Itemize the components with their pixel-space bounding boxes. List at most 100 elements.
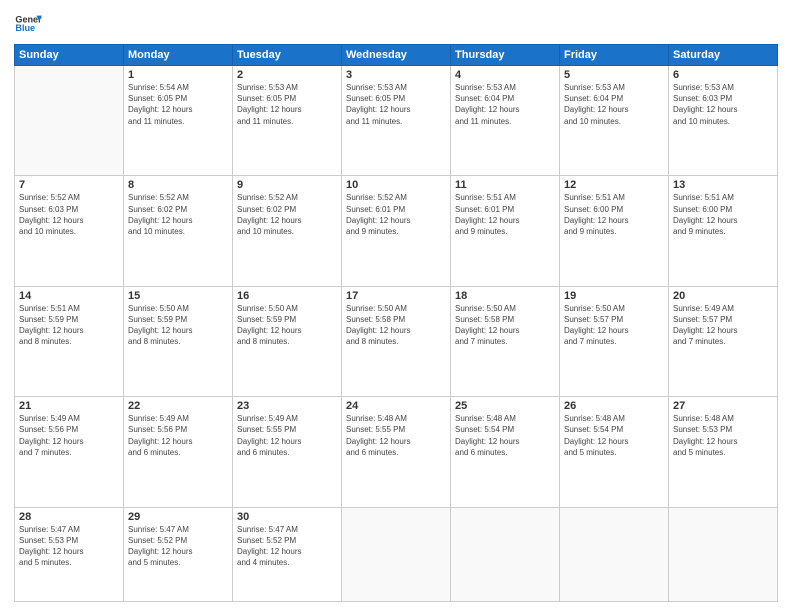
day-number: 30 xyxy=(237,511,337,523)
day-info: Sunrise: 5:49 AM Sunset: 5:57 PM Dayligh… xyxy=(673,303,773,348)
column-header-thursday: Thursday xyxy=(451,45,560,66)
calendar-cell: 22Sunrise: 5:49 AM Sunset: 5:56 PM Dayli… xyxy=(124,397,233,507)
day-info: Sunrise: 5:51 AM Sunset: 6:00 PM Dayligh… xyxy=(673,192,773,237)
calendar-table: SundayMondayTuesdayWednesdayThursdayFrid… xyxy=(14,44,778,602)
calendar-week-5: 28Sunrise: 5:47 AM Sunset: 5:53 PM Dayli… xyxy=(15,507,778,601)
calendar-cell: 30Sunrise: 5:47 AM Sunset: 5:52 PM Dayli… xyxy=(233,507,342,601)
day-info: Sunrise: 5:50 AM Sunset: 5:58 PM Dayligh… xyxy=(346,303,446,348)
day-info: Sunrise: 5:52 AM Sunset: 6:03 PM Dayligh… xyxy=(19,192,119,237)
day-number: 21 xyxy=(19,400,119,412)
calendar-cell: 23Sunrise: 5:49 AM Sunset: 5:55 PM Dayli… xyxy=(233,397,342,507)
page: General Blue SundayMondayTuesdayWednesda… xyxy=(0,0,792,612)
calendar-cell xyxy=(342,507,451,601)
day-number: 16 xyxy=(237,290,337,302)
column-header-friday: Friday xyxy=(560,45,669,66)
calendar-cell xyxy=(560,507,669,601)
day-info: Sunrise: 5:50 AM Sunset: 5:57 PM Dayligh… xyxy=(564,303,664,348)
day-number: 18 xyxy=(455,290,555,302)
day-info: Sunrise: 5:48 AM Sunset: 5:54 PM Dayligh… xyxy=(455,413,555,458)
day-number: 14 xyxy=(19,290,119,302)
day-number: 12 xyxy=(564,179,664,191)
day-number: 8 xyxy=(128,179,228,191)
calendar-cell xyxy=(669,507,778,601)
column-header-wednesday: Wednesday xyxy=(342,45,451,66)
day-number: 28 xyxy=(19,511,119,523)
day-info: Sunrise: 5:48 AM Sunset: 5:55 PM Dayligh… xyxy=(346,413,446,458)
calendar-cell: 3Sunrise: 5:53 AM Sunset: 6:05 PM Daylig… xyxy=(342,66,451,176)
day-info: Sunrise: 5:47 AM Sunset: 5:53 PM Dayligh… xyxy=(19,524,119,569)
day-number: 7 xyxy=(19,179,119,191)
day-number: 17 xyxy=(346,290,446,302)
day-info: Sunrise: 5:53 AM Sunset: 6:04 PM Dayligh… xyxy=(564,82,664,127)
calendar-week-2: 7Sunrise: 5:52 AM Sunset: 6:03 PM Daylig… xyxy=(15,176,778,286)
calendar-cell: 10Sunrise: 5:52 AM Sunset: 6:01 PM Dayli… xyxy=(342,176,451,286)
day-info: Sunrise: 5:47 AM Sunset: 5:52 PM Dayligh… xyxy=(128,524,228,569)
day-info: Sunrise: 5:49 AM Sunset: 5:56 PM Dayligh… xyxy=(19,413,119,458)
calendar-week-1: 1Sunrise: 5:54 AM Sunset: 6:05 PM Daylig… xyxy=(15,66,778,176)
day-info: Sunrise: 5:53 AM Sunset: 6:04 PM Dayligh… xyxy=(455,82,555,127)
column-header-tuesday: Tuesday xyxy=(233,45,342,66)
day-number: 24 xyxy=(346,400,446,412)
day-number: 3 xyxy=(346,69,446,81)
day-number: 10 xyxy=(346,179,446,191)
day-number: 1 xyxy=(128,69,228,81)
day-number: 11 xyxy=(455,179,555,191)
day-number: 29 xyxy=(128,511,228,523)
day-number: 27 xyxy=(673,400,773,412)
calendar-cell: 14Sunrise: 5:51 AM Sunset: 5:59 PM Dayli… xyxy=(15,286,124,396)
day-number: 5 xyxy=(564,69,664,81)
day-info: Sunrise: 5:48 AM Sunset: 5:54 PM Dayligh… xyxy=(564,413,664,458)
day-info: Sunrise: 5:54 AM Sunset: 6:05 PM Dayligh… xyxy=(128,82,228,127)
logo-icon: General Blue xyxy=(14,10,42,38)
calendar-cell xyxy=(15,66,124,176)
calendar-cell: 28Sunrise: 5:47 AM Sunset: 5:53 PM Dayli… xyxy=(15,507,124,601)
day-info: Sunrise: 5:50 AM Sunset: 5:58 PM Dayligh… xyxy=(455,303,555,348)
day-info: Sunrise: 5:52 AM Sunset: 6:02 PM Dayligh… xyxy=(128,192,228,237)
calendar-cell: 1Sunrise: 5:54 AM Sunset: 6:05 PM Daylig… xyxy=(124,66,233,176)
day-info: Sunrise: 5:53 AM Sunset: 6:05 PM Dayligh… xyxy=(237,82,337,127)
calendar-cell: 17Sunrise: 5:50 AM Sunset: 5:58 PM Dayli… xyxy=(342,286,451,396)
calendar-cell: 16Sunrise: 5:50 AM Sunset: 5:59 PM Dayli… xyxy=(233,286,342,396)
calendar-cell xyxy=(451,507,560,601)
calendar-cell: 11Sunrise: 5:51 AM Sunset: 6:01 PM Dayli… xyxy=(451,176,560,286)
day-number: 2 xyxy=(237,69,337,81)
day-number: 22 xyxy=(128,400,228,412)
day-number: 20 xyxy=(673,290,773,302)
day-number: 26 xyxy=(564,400,664,412)
column-header-sunday: Sunday xyxy=(15,45,124,66)
day-number: 23 xyxy=(237,400,337,412)
calendar-cell: 13Sunrise: 5:51 AM Sunset: 6:00 PM Dayli… xyxy=(669,176,778,286)
day-number: 4 xyxy=(455,69,555,81)
calendar-cell: 29Sunrise: 5:47 AM Sunset: 5:52 PM Dayli… xyxy=(124,507,233,601)
day-number: 19 xyxy=(564,290,664,302)
day-number: 13 xyxy=(673,179,773,191)
calendar-cell: 2Sunrise: 5:53 AM Sunset: 6:05 PM Daylig… xyxy=(233,66,342,176)
column-header-monday: Monday xyxy=(124,45,233,66)
day-info: Sunrise: 5:48 AM Sunset: 5:53 PM Dayligh… xyxy=(673,413,773,458)
day-number: 15 xyxy=(128,290,228,302)
day-number: 25 xyxy=(455,400,555,412)
day-info: Sunrise: 5:53 AM Sunset: 6:05 PM Dayligh… xyxy=(346,82,446,127)
calendar-week-3: 14Sunrise: 5:51 AM Sunset: 5:59 PM Dayli… xyxy=(15,286,778,396)
calendar-cell: 26Sunrise: 5:48 AM Sunset: 5:54 PM Dayli… xyxy=(560,397,669,507)
calendar-cell: 6Sunrise: 5:53 AM Sunset: 6:03 PM Daylig… xyxy=(669,66,778,176)
calendar-cell: 18Sunrise: 5:50 AM Sunset: 5:58 PM Dayli… xyxy=(451,286,560,396)
calendar-cell: 12Sunrise: 5:51 AM Sunset: 6:00 PM Dayli… xyxy=(560,176,669,286)
calendar-cell: 20Sunrise: 5:49 AM Sunset: 5:57 PM Dayli… xyxy=(669,286,778,396)
logo: General Blue xyxy=(14,10,42,38)
calendar-cell: 4Sunrise: 5:53 AM Sunset: 6:04 PM Daylig… xyxy=(451,66,560,176)
calendar-cell: 24Sunrise: 5:48 AM Sunset: 5:55 PM Dayli… xyxy=(342,397,451,507)
day-info: Sunrise: 5:52 AM Sunset: 6:01 PM Dayligh… xyxy=(346,192,446,237)
calendar-cell: 8Sunrise: 5:52 AM Sunset: 6:02 PM Daylig… xyxy=(124,176,233,286)
day-info: Sunrise: 5:49 AM Sunset: 5:56 PM Dayligh… xyxy=(128,413,228,458)
day-info: Sunrise: 5:51 AM Sunset: 6:01 PM Dayligh… xyxy=(455,192,555,237)
calendar-cell: 25Sunrise: 5:48 AM Sunset: 5:54 PM Dayli… xyxy=(451,397,560,507)
calendar-cell: 27Sunrise: 5:48 AM Sunset: 5:53 PM Dayli… xyxy=(669,397,778,507)
svg-text:Blue: Blue xyxy=(15,23,35,33)
calendar-cell: 7Sunrise: 5:52 AM Sunset: 6:03 PM Daylig… xyxy=(15,176,124,286)
calendar-cell: 19Sunrise: 5:50 AM Sunset: 5:57 PM Dayli… xyxy=(560,286,669,396)
calendar-cell: 15Sunrise: 5:50 AM Sunset: 5:59 PM Dayli… xyxy=(124,286,233,396)
calendar-cell: 21Sunrise: 5:49 AM Sunset: 5:56 PM Dayli… xyxy=(15,397,124,507)
day-info: Sunrise: 5:50 AM Sunset: 5:59 PM Dayligh… xyxy=(237,303,337,348)
day-info: Sunrise: 5:51 AM Sunset: 6:00 PM Dayligh… xyxy=(564,192,664,237)
